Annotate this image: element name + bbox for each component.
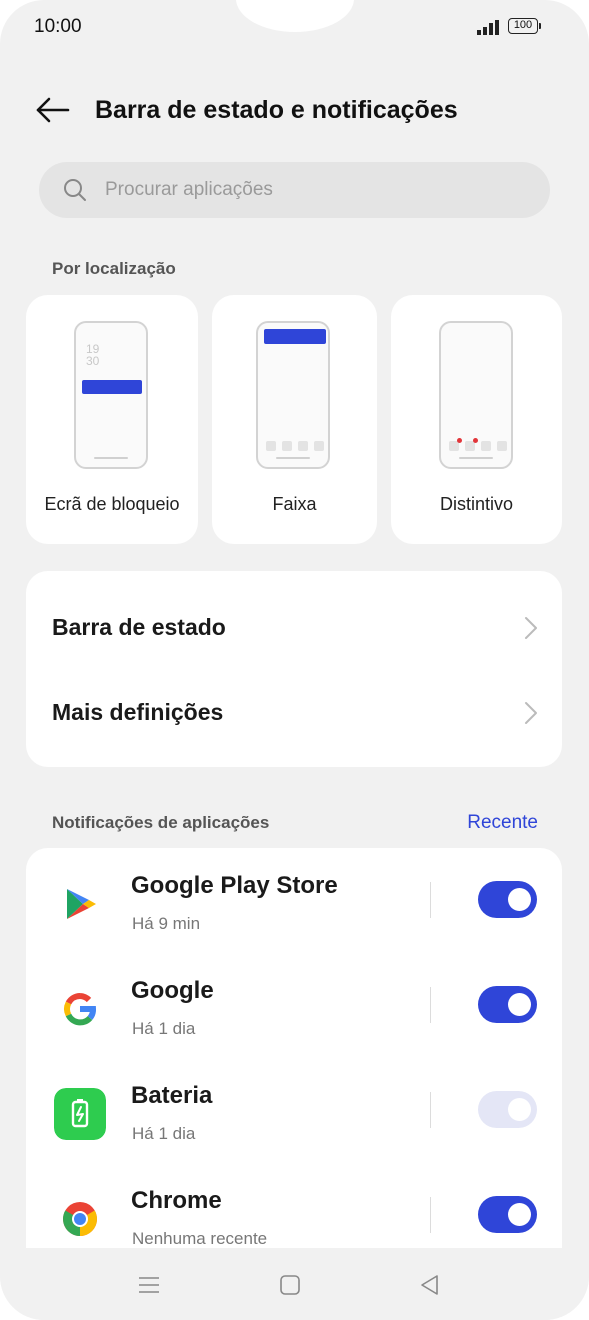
location-option-lockscreen[interactable]: 19 30 Ecrã de bloqueio <box>26 295 198 544</box>
preview-home-indicator <box>459 457 493 459</box>
home-button[interactable] <box>275 1270 305 1300</box>
notification-toggle[interactable] <box>478 1091 537 1128</box>
settings-card: Barra de estado Mais definições <box>26 571 562 767</box>
arrow-left-icon <box>36 97 70 123</box>
location-option-label: Ecrã de bloqueio <box>44 494 180 514</box>
signal-icon <box>477 20 499 35</box>
page-title: Barra de estado e notificações <box>95 96 458 124</box>
app-last-notification: Há 1 dia <box>132 1124 196 1143</box>
setting-more-settings[interactable]: Mais definições <box>26 671 562 755</box>
preview-clock: 19 30 <box>86 342 100 368</box>
chevron-right-icon <box>525 702 537 724</box>
preview-dock <box>266 441 324 451</box>
battery-icon: 100 <box>508 18 541 34</box>
setting-status-bar[interactable]: Barra de estado <box>26 586 562 670</box>
back-button[interactable] <box>32 93 72 127</box>
row-divider <box>430 1197 431 1233</box>
list-item[interactable]: Chrome Nenhuma recente <box>26 1163 562 1248</box>
status-time: 10:00 <box>34 16 82 37</box>
triangle-back-icon <box>421 1275 438 1295</box>
app-last-notification: Há 9 min <box>132 914 201 933</box>
setting-label: Mais definições <box>52 699 224 725</box>
location-option-banner[interactable]: Faixa <box>212 295 377 544</box>
location-option-label: Faixa <box>272 494 317 514</box>
notification-toggle[interactable] <box>478 1196 537 1233</box>
status-bar: 10:00 100 <box>0 0 589 56</box>
badge-preview <box>439 321 513 469</box>
lockscreen-preview: 19 30 <box>74 321 148 469</box>
square-icon <box>280 1275 300 1295</box>
app-name: Bateria <box>131 1082 213 1109</box>
app-name: Google Play Store <box>131 872 338 899</box>
location-option-label: Distintivo <box>439 494 514 514</box>
recent-apps-button[interactable] <box>134 1270 164 1300</box>
preview-home-indicator <box>276 457 310 459</box>
page-header: Barra de estado e notificações <box>0 80 589 140</box>
system-nav-bar <box>0 1248 589 1320</box>
google-icon <box>54 983 106 1035</box>
row-divider <box>430 882 431 918</box>
row-divider <box>430 987 431 1023</box>
notification-toggle[interactable] <box>478 986 537 1023</box>
search-placeholder: Procurar aplicações <box>105 179 273 200</box>
chrome-icon <box>54 1193 106 1245</box>
section-label-app-notifications: Notificações de aplicações <box>52 813 270 832</box>
preview-dock <box>449 438 507 451</box>
app-name: Chrome <box>131 1187 222 1214</box>
app-notifications-list: Google Play Store Há 9 min Google Há 1 d… <box>26 848 562 1248</box>
battery-level: 100 <box>513 19 533 31</box>
app-name: Google <box>131 977 214 1004</box>
banner-preview <box>256 321 330 469</box>
search-input[interactable]: Procurar aplicações <box>39 162 550 218</box>
google-play-icon <box>54 878 106 930</box>
preview-banner-bar <box>264 329 326 344</box>
notification-toggle[interactable] <box>478 881 537 918</box>
section-label-location: Por localização <box>52 259 176 278</box>
preview-notification-bar <box>82 380 142 394</box>
app-last-notification: Nenhuma recente <box>132 1229 268 1248</box>
back-nav-button[interactable] <box>415 1270 445 1300</box>
preview-home-indicator <box>94 457 128 459</box>
list-item[interactable]: Google Há 1 dia <box>26 953 562 1058</box>
setting-label: Barra de estado <box>52 614 226 640</box>
list-item[interactable]: Bateria Há 1 dia <box>26 1058 562 1163</box>
row-divider <box>430 1092 431 1128</box>
menu-icon <box>139 1277 159 1293</box>
app-last-notification: Há 1 dia <box>132 1019 196 1038</box>
location-option-badge[interactable]: Distintivo <box>391 295 562 544</box>
list-item[interactable]: Google Play Store Há 9 min <box>26 848 562 953</box>
search-icon <box>64 179 86 201</box>
sort-recent-link[interactable]: Recente <box>467 812 538 834</box>
phone-screen: 10:00 100 Barra de estado e notificações… <box>0 0 589 1320</box>
chevron-right-icon <box>525 617 537 639</box>
battery-app-icon <box>54 1088 106 1140</box>
